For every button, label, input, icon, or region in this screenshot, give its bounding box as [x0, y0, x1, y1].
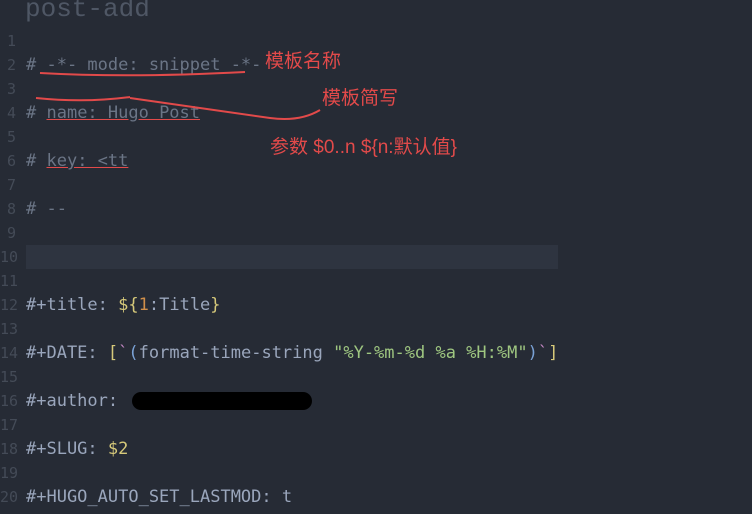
line-number-gutter: 1 2 3 4 5 6 7 8 9 10 11 12 13 14 15 16 1…	[0, 29, 22, 509]
line-number: 1	[0, 29, 22, 53]
code-editor[interactable]: # -*- mode: snippet -*- # name: Hugo Pos…	[26, 29, 558, 514]
code-line[interactable]: # --	[26, 197, 558, 221]
line-number: 3	[0, 77, 22, 101]
code-line[interactable]: #+SLUG: $2	[26, 437, 558, 461]
line-number: 18	[0, 437, 22, 461]
code-line[interactable]: #+DATE: [`(format-time-string "%Y-%m-%d …	[26, 341, 558, 365]
snippet-key-field: key: <tt	[46, 151, 128, 171]
line-number: 20	[0, 485, 22, 509]
redacted-author	[132, 392, 312, 410]
code-line[interactable]: # name: Hugo Post	[26, 101, 558, 125]
line-number: 6	[0, 149, 22, 173]
line-number: 7	[0, 173, 22, 197]
code-line[interactable]: #+author:	[26, 389, 558, 413]
line-number: 19	[0, 461, 22, 485]
line-number: 12	[0, 293, 22, 317]
code-line-current[interactable]	[26, 245, 558, 269]
line-number: 13	[0, 317, 22, 341]
snippet-separator: # --	[26, 199, 67, 219]
line-number: 5	[0, 125, 22, 149]
snippet-name-field: name: Hugo Post	[46, 103, 200, 123]
line-number: 17	[0, 413, 22, 437]
code-line[interactable]: #+HUGO_AUTO_SET_LASTMOD: t	[26, 485, 558, 509]
code-line[interactable]: #+title: ${1:Title}	[26, 293, 558, 317]
line-number: 2	[0, 53, 22, 77]
line-number: 9	[0, 221, 22, 245]
tab-title: post-add	[25, 0, 150, 21]
snippet-modeline: # -*- mode: snippet -*-	[26, 55, 261, 75]
line-number: 15	[0, 365, 22, 389]
line-number: 11	[0, 269, 22, 293]
code-line[interactable]: # key: <tt	[26, 149, 558, 173]
line-number: 16	[0, 389, 22, 413]
code-line[interactable]: # -*- mode: snippet -*-	[26, 53, 558, 77]
line-number: 10	[0, 245, 22, 269]
line-number: 14	[0, 341, 22, 365]
line-number: 8	[0, 197, 22, 221]
line-number: 4	[0, 101, 22, 125]
